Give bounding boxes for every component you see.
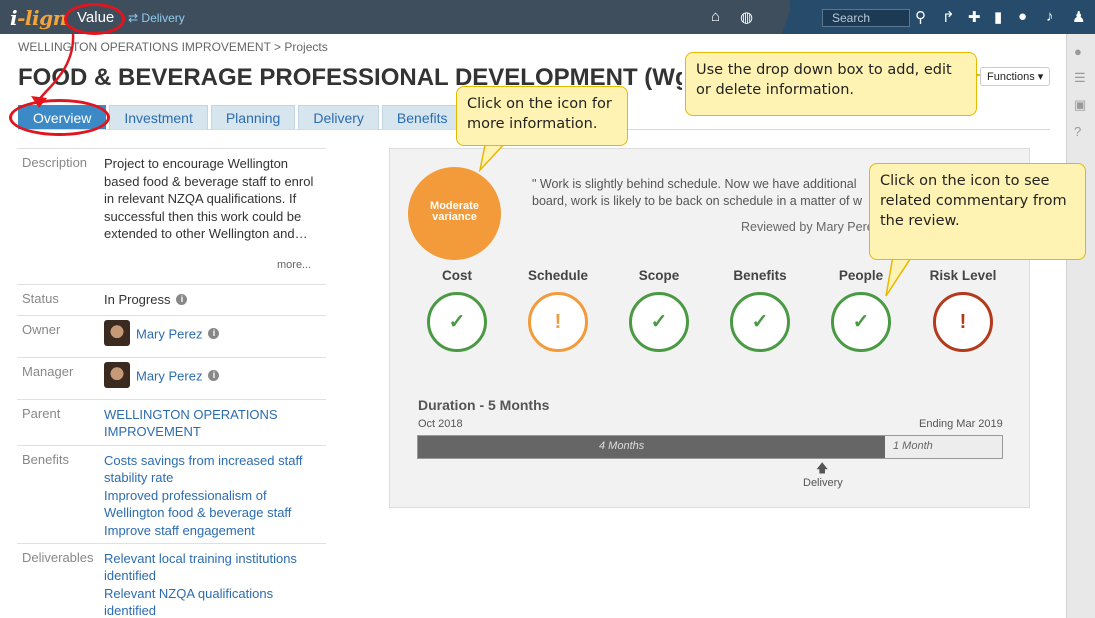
metric-label-risk-level: Risk Level [929,268,997,283]
deliverable-link[interactable]: Relevant NZQA qualifications identified [104,585,319,618]
benefit-link[interactable]: Costs savings from increased staff stabi… [104,452,319,487]
help-icon[interactable]: ? [1074,124,1081,139]
deliverable-link[interactable]: Relevant local training institutions ide… [104,550,319,585]
more-link[interactable]: more... [277,259,311,271]
info-icon[interactable]: i [208,370,220,381]
elapsed-label: 4 Months [599,440,645,452]
tab-planning[interactable]: Planning [210,105,296,130]
delivery-marker-label: Delivery [803,477,843,489]
functions-dropdown[interactable]: Functions ▾ [980,67,1051,86]
callout-icon-info: Click on the icon for more information. [456,86,628,146]
timeline-elapsed [418,436,886,458]
duration-title: Duration - 5 Months [418,397,550,413]
project-details: Description Project to encourage Welling… [17,148,326,618]
detail-row-deliverables: Deliverables Relevant local training ins… [17,542,326,618]
parent-link[interactable]: WELLINGTON OPERATIONS IMPROVEMENT [104,406,309,440]
user-icon[interactable]: ♟ [1072,8,1085,26]
tab-investment[interactable]: Investment [109,105,208,130]
duration-end: Ending Mar 2019 [919,418,1003,430]
share-icon[interactable]: ↱ [942,8,955,26]
owner-link[interactable]: Mary Perez [136,326,202,341]
chat-icon[interactable]: ● [1018,8,1027,25]
right-sidebar [1066,34,1095,618]
manager-link[interactable]: Mary Perez [136,368,202,383]
switch-to-delivery-link[interactable]: ⇄ Delivery [128,11,185,25]
remaining-label: 1 Month [893,440,933,452]
people-check-icon[interactable]: ✓ [831,292,891,352]
review-comment: " Work is slightly behind schedule. Now … [532,177,863,208]
reviewed-by: Reviewed by Mary Perez [741,220,875,234]
lock-icon[interactable]: ▣ [1074,97,1086,113]
home-icon[interactable]: ⌂ [711,8,720,25]
metric-label-benefits: Benefits [733,268,787,283]
metric-label-schedule: Schedule [527,268,589,283]
search-input[interactable]: Search [822,9,910,27]
duration-start: Oct 2018 [418,418,463,430]
bell-icon[interactable]: ♪ [1046,8,1054,25]
callout-dropdown: Use the drop down box to add, edit or de… [685,52,977,116]
bookmark-icon[interactable]: ▮ [994,8,1002,26]
callout-commentary: Click on the icon to see related comment… [869,163,1086,260]
annotation-arrow [31,33,75,108]
add-icon[interactable]: ✚ [968,8,981,26]
tab-benefits[interactable]: Benefits [381,105,463,130]
benefit-link[interactable]: Improve staff engagement [104,522,319,540]
list-icon[interactable]: ☰ [1074,70,1086,86]
info-icon[interactable]: i [208,328,220,339]
metric-label-scope: Scope [638,268,680,283]
benefit-link[interactable]: Improved professionalism of Wellington f… [104,487,319,522]
comment-icon[interactable]: ● [1074,44,1082,59]
detail-row-status: Status In Progress i [17,284,326,315]
avatar [104,361,130,388]
cost-check-icon[interactable]: ✓ [427,292,487,352]
search-icon[interactable]: ⚲ [915,8,926,26]
globe-icon[interactable]: ◍ [740,8,753,26]
avatar [104,319,130,346]
metric-label-cost: Cost [442,268,472,283]
variance-indicator[interactable]: Moderate variance [408,167,501,260]
info-icon[interactable]: i [176,294,188,306]
detail-row-owner: Owner Mary Perez i [17,314,326,357]
status-value: In Progress [104,292,171,307]
swap-icon: ⇄ [128,11,139,25]
scope-check-icon[interactable]: ✓ [629,292,689,352]
benefits-check-icon[interactable]: ✓ [730,292,790,352]
tab-delivery[interactable]: Delivery [298,105,379,130]
schedule-warning-icon[interactable]: ! [528,292,588,352]
detail-row-manager: Manager Mary Perez i [17,356,326,399]
detail-row-parent: Parent WELLINGTON OPERATIONS IMPROVEMENT [17,398,326,445]
app-logo[interactable]: i-lign [10,6,67,30]
detail-row-benefits: Benefits Costs savings from increased st… [17,444,326,543]
risk-alert-icon[interactable]: ! [933,292,993,352]
